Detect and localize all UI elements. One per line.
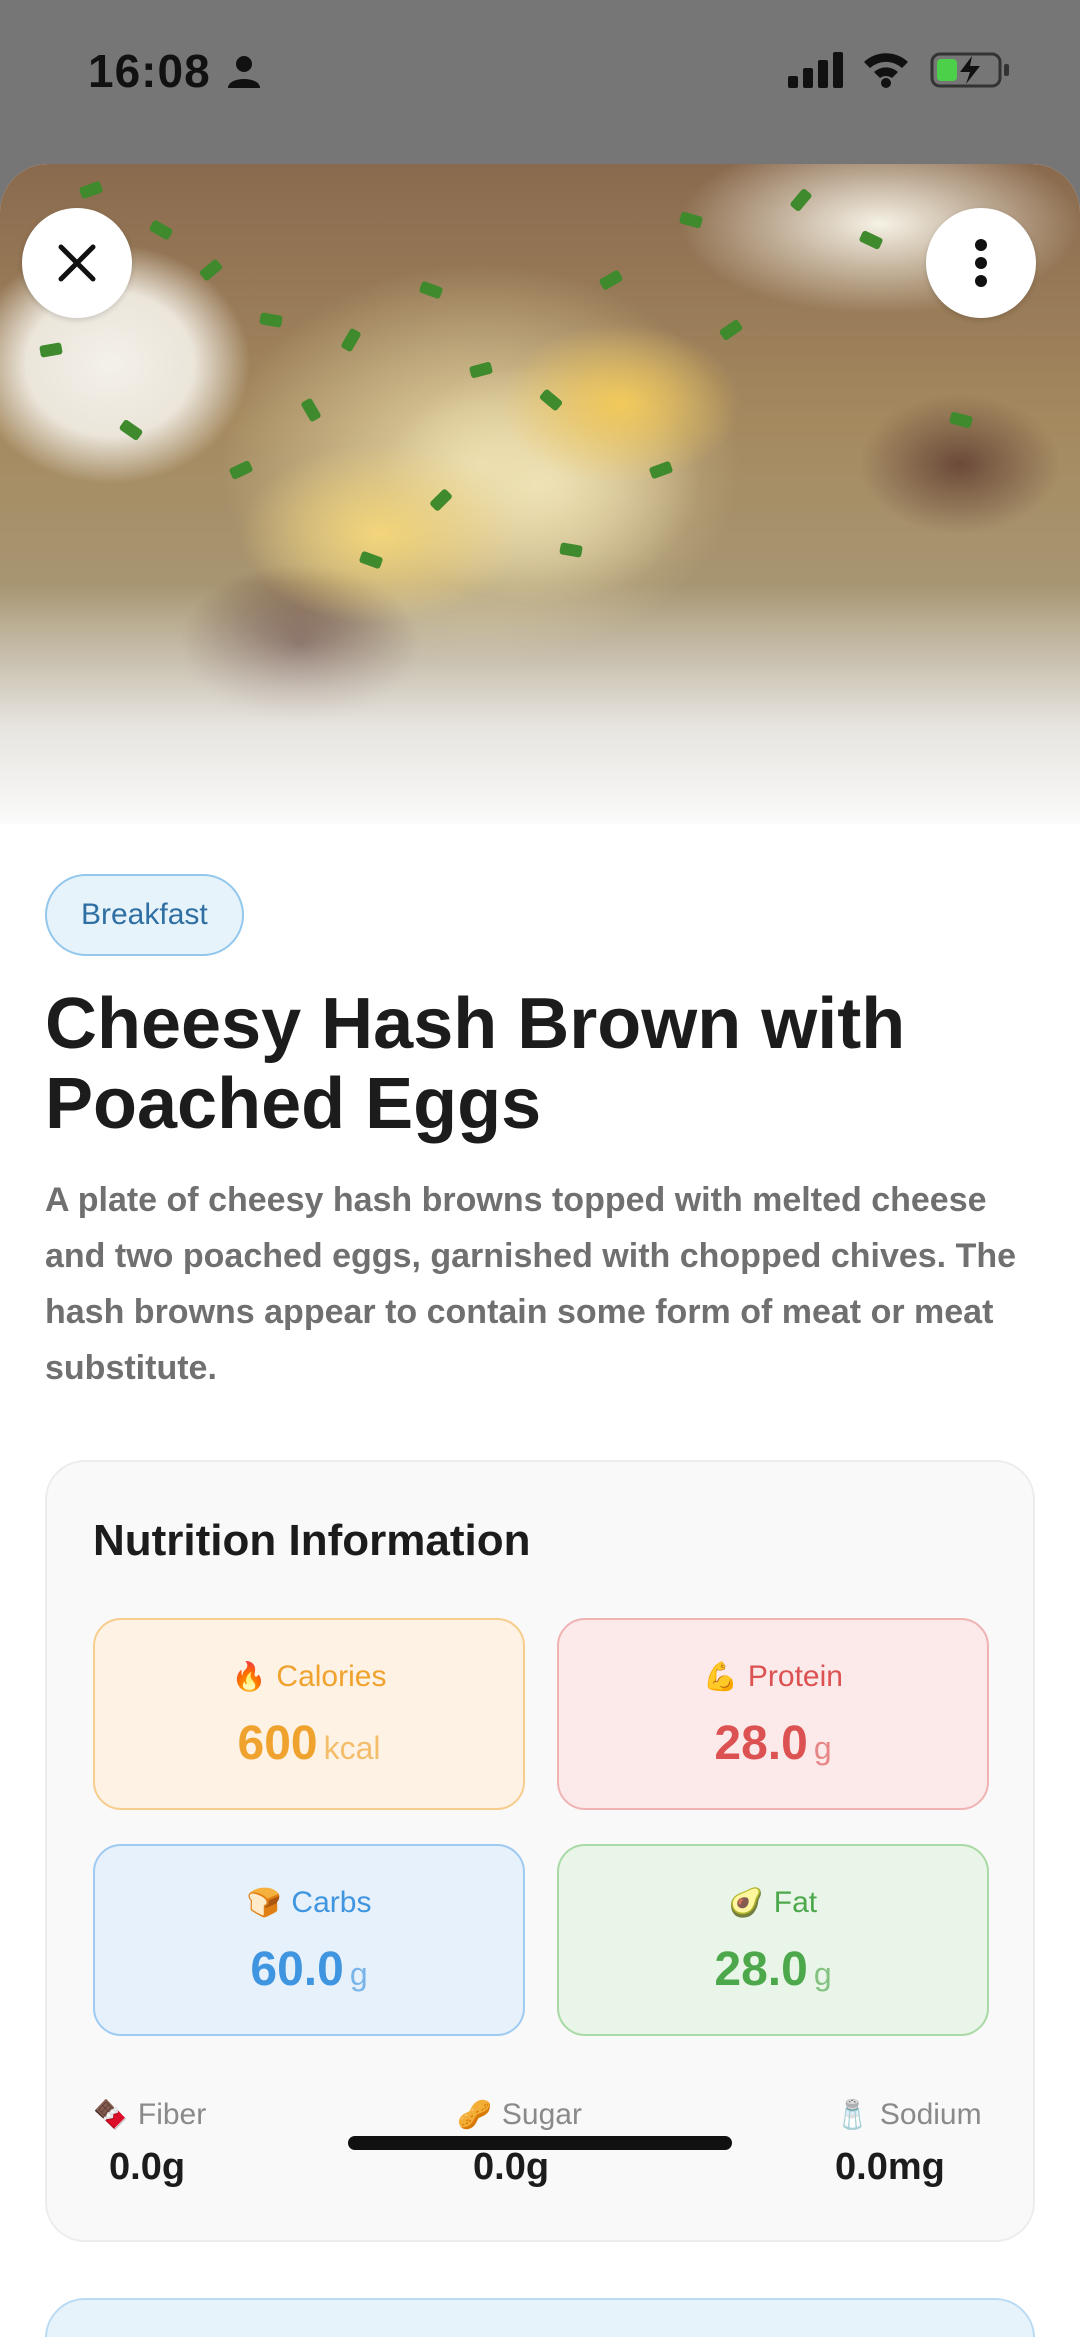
sodium-value: 0.0mg [835, 2146, 945, 2188]
category-chip[interactable]: Breakfast [45, 874, 244, 956]
signal-icon [788, 52, 843, 88]
close-button[interactable] [22, 208, 132, 318]
peanuts-icon: 🥜 [457, 2098, 492, 2131]
protein-label: Protein [747, 1660, 843, 1693]
carbs-value: 60.0 [250, 1943, 344, 1996]
nutrition-title: Nutrition Information [93, 1516, 531, 1565]
status-bar: 16:08 [0, 0, 1080, 164]
wifi-icon [864, 53, 908, 88]
sugar-label: Sugar [501, 2098, 582, 2131]
fat-label: Fat [773, 1886, 818, 1919]
fat-value: 28.0 [714, 1943, 808, 1996]
fire-icon: 🔥 [231, 1660, 267, 1693]
calories-label: Calories [276, 1660, 387, 1693]
recipe-detail-sheet: Breakfast Cheesy Hash Brown with Poached… [0, 164, 1080, 2337]
status-time: 16:08 [88, 45, 211, 97]
calories-unit: kcal [323, 1730, 381, 1766]
calories-value: 600 [237, 1717, 318, 1770]
carbs-unit: g [349, 1956, 368, 1992]
home-indicator[interactable] [348, 2136, 732, 2150]
carbs-label: Carbs [291, 1886, 372, 1919]
sodium-stat: 🧂 Sodium 0.0mg [835, 2098, 982, 2189]
fat-box: 🥑 Fat 28.0 g [557, 1844, 989, 2036]
fiber-label: Fiber [137, 2098, 207, 2131]
fat-unit: g [813, 1956, 832, 1992]
protein-value: 28.0 [714, 1717, 808, 1770]
more-vertical-icon [975, 239, 987, 287]
protein-box: 💪 Protein 28.0 g [557, 1618, 989, 1810]
recipe-photo [0, 164, 1080, 844]
next-section-card [45, 2298, 1035, 2337]
carbs-box: 🍞 Carbs 60.0 g [93, 1844, 525, 2036]
fiber-stat: 🍫 Fiber 0.0g [93, 2098, 206, 2189]
bread-icon: 🍞 [246, 1886, 282, 1919]
sugar-value: 0.0g [473, 2146, 550, 2188]
avocado-icon: 🥑 [728, 1886, 764, 1919]
sodium-label: Sodium [879, 2098, 982, 2131]
person-icon [228, 56, 260, 88]
nutrition-card: Nutrition Information 🔥 Calories 600 kcal … [45, 1460, 1035, 2242]
close-icon [58, 244, 96, 282]
category-label: Breakfast [81, 898, 208, 931]
more-options-button[interactable] [926, 208, 1036, 318]
recipe-description: A plate of cheesy hash browns topped wit… [45, 1181, 1017, 1387]
salt-shaker-icon: 🧂 [835, 2098, 870, 2131]
chocolate-bar-icon: 🍫 [93, 2098, 128, 2131]
protein-unit: g [813, 1730, 832, 1766]
fiber-value: 0.0g [109, 2146, 186, 2188]
calories-box: 🔥 Calories 600 kcal [93, 1618, 525, 1810]
flexed-biceps-icon: 💪 [703, 1660, 738, 1693]
battery-charging-icon [930, 52, 1009, 88]
recipe-title: Cheesy Hash Brown with Poached Eggs [45, 984, 906, 1144]
